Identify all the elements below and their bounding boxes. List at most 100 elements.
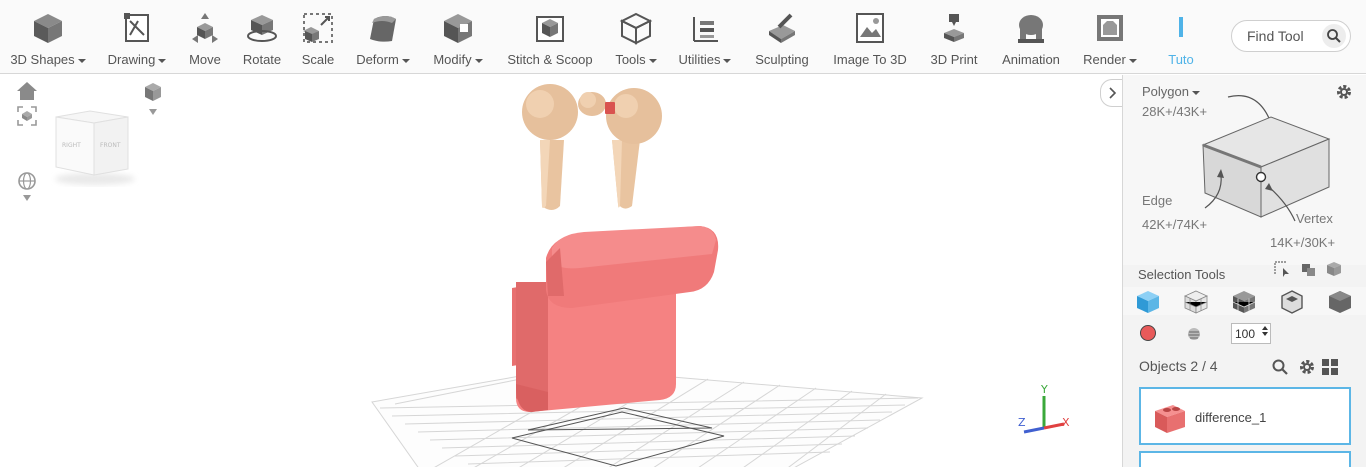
- toolbar-3d-shapes[interactable]: 3D Shapes: [6, 0, 90, 74]
- select-object-icon[interactable]: [1135, 289, 1161, 315]
- toolbar-scale-label: Scale: [301, 52, 335, 67]
- search-icon[interactable]: [1271, 358, 1289, 381]
- chevron-down-icon: [1191, 90, 1200, 95]
- chevron-down-icon: [401, 58, 410, 63]
- toolbar-drawing[interactable]: Drawing: [100, 0, 174, 74]
- toolbar-deform[interactable]: Deform: [350, 0, 416, 74]
- chevron-down-icon: [158, 58, 167, 63]
- polygon-count: 28K+/43K+: [1142, 104, 1208, 119]
- brush-icon[interactable]: [1186, 326, 1202, 347]
- selection-tools-row: [1123, 287, 1366, 315]
- 3d-print-icon: [934, 8, 974, 48]
- polygon-mode-dropdown[interactable]: Polygon: [1142, 84, 1200, 99]
- earbud-left[interactable]: [522, 84, 606, 210]
- toolbar-deform-label: Deform: [356, 52, 399, 67]
- toolbar-modify-label: Modify: [433, 52, 472, 67]
- polygon-label: Polygon: [1142, 84, 1189, 99]
- chevron-down-icon: [723, 58, 732, 63]
- chevron-right-icon: [1108, 87, 1116, 99]
- toolbar-3d-shapes-label: 3D Shapes: [10, 52, 75, 67]
- toolbar-utilities[interactable]: Utilities: [672, 0, 738, 74]
- main-toolbar: 3D Shapes Drawing Move Rotate Scale Defo…: [0, 0, 1366, 74]
- scene: Y Z X: [371, 84, 1070, 467]
- selection-mini-icons: [1273, 260, 1343, 283]
- select-hex-icon[interactable]: [1279, 289, 1305, 315]
- grid-view-icon[interactable]: [1321, 358, 1339, 381]
- modify-icon: [438, 8, 478, 48]
- chevron-down-icon: [474, 58, 483, 63]
- toolbar-tutorial[interactable]: Tuto: [1154, 0, 1198, 74]
- toolbar-sculpting[interactable]: Sculpting: [748, 0, 816, 74]
- toolbar-animation[interactable]: Animation: [994, 0, 1068, 74]
- render-icon: [1090, 8, 1130, 48]
- toolbar-sculpting-label: Sculpting: [755, 52, 809, 67]
- object-list-item[interactable]: [1139, 451, 1351, 467]
- toolbar-image-to-3d[interactable]: Image To 3D: [826, 0, 914, 74]
- toolbar-rotate[interactable]: Rotate: [237, 0, 287, 74]
- image-to-3d-icon: [850, 8, 890, 48]
- find-tool-placeholder: Find Tool: [1247, 28, 1304, 44]
- chevron-down-icon: [648, 58, 657, 63]
- toolbar-stitch-scoop-label: Stitch & Scoop: [507, 52, 593, 67]
- select-grid-icon[interactable]: [1231, 289, 1257, 315]
- objects-title: Objects 2 / 4: [1139, 358, 1218, 374]
- gear-icon[interactable]: [1335, 83, 1353, 106]
- toolbar-stitch-scoop[interactable]: Stitch & Scoop: [500, 0, 600, 74]
- utilities-icon: [685, 8, 725, 48]
- object-thumbnail: [1149, 397, 1189, 442]
- select-solid-icon[interactable]: [1327, 289, 1353, 315]
- object-list-item[interactable]: difference_1: [1139, 387, 1351, 445]
- edge-label[interactable]: Edge: [1142, 193, 1172, 208]
- axis-y-label: Y: [1040, 383, 1048, 396]
- toolbar-scale[interactable]: Scale: [294, 0, 342, 74]
- box-select-icon[interactable]: [1273, 260, 1291, 283]
- deform-icon: [363, 8, 403, 48]
- toolbar-utilities-label: Utilities: [678, 52, 721, 67]
- chevron-down-icon: [77, 58, 86, 63]
- toolbar-animation-label: Animation: [1002, 52, 1060, 67]
- cube-icon: [28, 8, 68, 48]
- toolbar-3d-print[interactable]: 3D Print: [924, 0, 984, 74]
- toolbar-move[interactable]: Move: [180, 0, 230, 74]
- axis-z-label: Z: [1018, 416, 1026, 429]
- scale-icon: [298, 8, 338, 48]
- axis-gizmo: Y Z X: [1018, 383, 1070, 434]
- brush-size-value: 100: [1235, 326, 1256, 341]
- search-icon[interactable]: [1322, 24, 1346, 48]
- toolbar-3d-print-label: 3D Print: [930, 52, 978, 67]
- brush-size-input[interactable]: 100: [1231, 323, 1271, 344]
- earbud-right[interactable]: [605, 88, 662, 209]
- find-tool-input[interactable]: Find Tool: [1231, 20, 1351, 52]
- toolbar-move-label: Move: [189, 52, 221, 67]
- stepper-icon[interactable]: [1262, 326, 1268, 336]
- select-faces-icon[interactable]: [1183, 289, 1209, 315]
- multi-cube-icon[interactable]: [1299, 260, 1317, 283]
- toolbar-render[interactable]: Render: [1078, 0, 1142, 74]
- toolbar-tools-label: Tools: [615, 52, 646, 67]
- toolbar-image-to-3d-label: Image To 3D: [833, 52, 907, 67]
- paint-color-swatch[interactable]: [1140, 325, 1156, 341]
- rotate-icon: [242, 8, 282, 48]
- toolbar-drawing-label: Drawing: [107, 52, 156, 67]
- sculpting-icon: [762, 8, 802, 48]
- 3d-viewport[interactable]: RIGHT FRONT Y Z X: [0, 75, 1122, 467]
- toolbar-modify[interactable]: Modify: [426, 0, 490, 74]
- tutorial-icon: [1156, 8, 1196, 48]
- collapse-panel-button[interactable]: [1100, 79, 1122, 107]
- toolbar-render-label: Render: [1083, 52, 1126, 67]
- gear-icon[interactable]: [1298, 358, 1316, 381]
- selection-tools-title: Selection Tools: [1138, 267, 1226, 282]
- toolbar-tutorial-label: Tuto: [1168, 52, 1194, 67]
- vertex-label[interactable]: Vertex: [1296, 211, 1333, 226]
- right-panel: Polygon 28K+/43K+ Edge 42K+/74K+ Vertex …: [1122, 75, 1366, 467]
- vertex-count: 14K+/30K+: [1270, 235, 1336, 250]
- edge-count: 42K+/74K+: [1142, 217, 1208, 232]
- toolbar-tools[interactable]: Tools: [608, 0, 664, 74]
- move-icon: [185, 8, 225, 48]
- object-name: difference_1: [1195, 410, 1267, 425]
- stitch-scoop-icon: [530, 8, 570, 48]
- chevron-down-icon: [1128, 58, 1137, 63]
- axis-x-label: X: [1062, 416, 1070, 429]
- solid-cube-icon[interactable]: [1325, 260, 1343, 283]
- toolbar-rotate-label: Rotate: [242, 52, 282, 67]
